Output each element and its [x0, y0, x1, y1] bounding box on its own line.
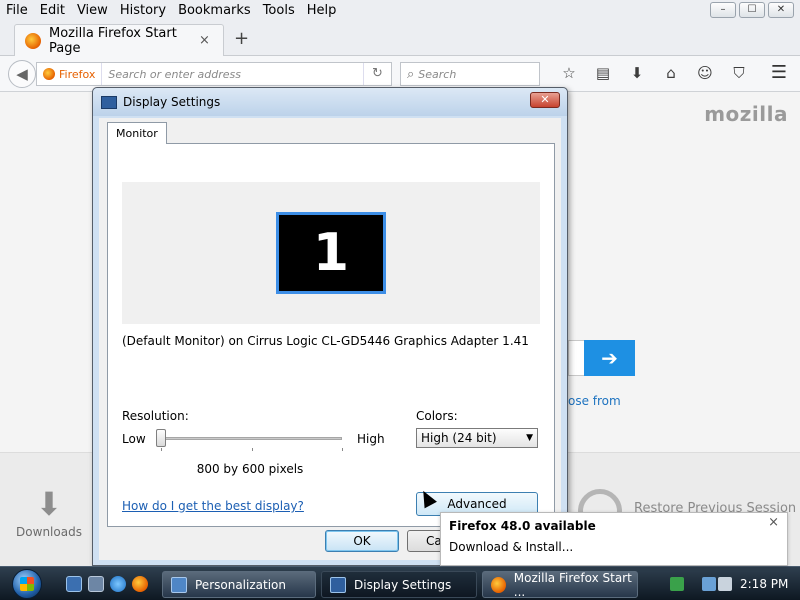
downloads-launcher[interactable]: ⬇ Downloads — [14, 487, 84, 539]
monitor-arrangement-area: 1 — [122, 182, 540, 324]
firefox-quicklaunch-icon[interactable] — [132, 576, 148, 592]
resolution-value: 800 by 600 pixels — [196, 462, 304, 476]
ok-button[interactable]: OK — [325, 530, 399, 552]
slider-thumb[interactable] — [156, 429, 166, 447]
task-display-settings[interactable]: Display Settings — [321, 571, 477, 598]
colors-label: Colors: — [416, 409, 458, 423]
tab-start-page[interactable]: Mozilla Firefox Start Page × — [14, 24, 224, 56]
notification-close-icon[interactable]: × — [768, 515, 779, 530]
star-icon[interactable]: ☆ — [552, 64, 586, 82]
maximize-button[interactable]: ☐ — [739, 2, 765, 18]
task-label: Mozilla Firefox Start ... — [513, 570, 632, 599]
menu-tools[interactable]: Tools — [257, 3, 301, 18]
slider-tick — [161, 448, 162, 451]
menu-icon[interactable]: ☰ — [766, 62, 792, 83]
firefox-task-icon — [491, 576, 506, 593]
search-bar[interactable]: ⌕ Search — [400, 62, 540, 86]
back-button[interactable]: ◀ — [8, 60, 36, 88]
slider-tick — [342, 448, 343, 451]
resolution-slider[interactable] — [152, 426, 346, 452]
task-label: Display Settings — [354, 577, 452, 592]
download-icon[interactable]: ⬇ — [620, 64, 654, 82]
windows-logo-icon — [20, 577, 34, 591]
identity-label: Firefox — [59, 67, 96, 81]
toolbar-icons: ☆ ▤ ⬇ ⌂ ☺ ⛉ — [552, 64, 756, 82]
start-search-go-button[interactable]: ➔ — [584, 340, 635, 376]
menu-edit[interactable]: Edit — [34, 3, 71, 18]
dialog-title: Display Settings — [123, 95, 221, 109]
menu-file[interactable]: File — [0, 3, 34, 18]
identity-box[interactable]: Firefox — [37, 63, 103, 85]
display-settings-task-icon — [330, 576, 346, 593]
security-tray-icon[interactable] — [670, 577, 684, 591]
downloads-icon: ⬇ — [35, 485, 63, 523]
tab-close-icon[interactable]: × — [199, 33, 213, 48]
show-desktop-icon[interactable] — [66, 576, 82, 592]
colors-select[interactable]: High (24 bit) ▼ — [416, 428, 538, 448]
dialog-close-button[interactable]: ✕ — [530, 92, 560, 108]
menu-bookmarks[interactable]: Bookmarks — [172, 3, 257, 18]
start-button[interactable] — [4, 567, 50, 600]
update-notification[interactable]: Firefox 48.0 available Download & Instal… — [440, 512, 788, 566]
monitor-1-icon[interactable]: 1 — [276, 212, 386, 294]
colors-selected-value: High (24 bit) — [421, 431, 497, 445]
reading-list-icon[interactable]: ▤ — [586, 64, 620, 82]
minimize-button[interactable]: – — [710, 2, 736, 18]
search-input[interactable]: Search — [418, 68, 456, 81]
task-firefox[interactable]: Mozilla Firefox Start ... — [482, 570, 638, 599]
hello-icon[interactable]: ☺ — [688, 64, 722, 82]
menu-history[interactable]: History — [114, 3, 172, 18]
network-tray-icon[interactable] — [702, 577, 716, 591]
window-controls: – ☐ ✕ — [710, 2, 794, 18]
mozilla-logo: mozilla — [704, 102, 788, 126]
display-settings-icon — [101, 95, 117, 109]
menu-view[interactable]: View — [71, 3, 114, 18]
back-arrow-icon: ◀ — [16, 65, 28, 83]
firefox-identity-icon — [43, 68, 55, 80]
search-icon: ⌕ — [407, 66, 415, 82]
download-install-link[interactable]: Download & Install... — [449, 540, 573, 554]
url-bar[interactable]: Firefox Search or enter address ↻ — [36, 62, 392, 86]
taskbar: Personalization Display Settings Mozilla… — [0, 566, 800, 600]
home-icon[interactable]: ⌂ — [654, 64, 688, 82]
high-label: High — [357, 432, 385, 446]
chevron-down-icon: ▼ — [526, 433, 533, 443]
downloads-label: Downloads — [16, 525, 82, 539]
task-label: Personalization — [195, 577, 286, 592]
volume-tray-icon[interactable] — [718, 577, 732, 591]
start-search-input[interactable] — [568, 340, 584, 376]
choose-from-link[interactable]: ose from — [568, 394, 621, 408]
display-settings-dialog: Display Settings ✕ Monitor 1 (Default Mo… — [92, 87, 568, 566]
dialog-title-bar[interactable]: Display Settings ✕ — [93, 88, 567, 116]
switch-windows-icon[interactable] — [88, 576, 104, 592]
resolution-label: Resolution: — [122, 409, 189, 423]
close-window-button[interactable]: ✕ — [768, 2, 794, 18]
slider-track — [156, 437, 342, 440]
menu-bar: File Edit View History Bookmarks Tools H… — [0, 0, 800, 20]
internet-explorer-icon[interactable] — [110, 576, 126, 592]
monitor-tab-panel: 1 (Default Monitor) on Cirrus Logic CL-G… — [107, 143, 555, 533]
tab-title: Mozilla Firefox Start Page — [49, 25, 177, 56]
best-display-help-link[interactable]: How do I get the best display? — [122, 499, 304, 513]
tab-strip: Mozilla Firefox Start Page × + — [0, 20, 800, 56]
reload-icon[interactable]: ↻ — [363, 63, 391, 85]
dialog-body: Monitor 1 (Default Monitor) on Cirrus Lo… — [99, 118, 561, 560]
tab-monitor[interactable]: Monitor — [107, 122, 167, 144]
personalization-icon — [171, 576, 187, 593]
slider-tick — [252, 448, 253, 451]
menu-help[interactable]: Help — [301, 3, 343, 18]
clock[interactable]: 2:18 PM — [740, 577, 788, 591]
low-label: Low — [122, 432, 146, 446]
notification-title: Firefox 48.0 available — [449, 519, 596, 533]
address-input[interactable]: Search or enter address — [102, 68, 363, 81]
monitor-description: (Default Monitor) on Cirrus Logic CL-GD5… — [122, 334, 529, 348]
new-tab-button[interactable]: + — [234, 28, 249, 49]
task-personalization[interactable]: Personalization — [162, 571, 316, 598]
firefox-favicon-icon — [25, 32, 41, 49]
pocket-icon[interactable]: ⛉ — [722, 64, 756, 82]
